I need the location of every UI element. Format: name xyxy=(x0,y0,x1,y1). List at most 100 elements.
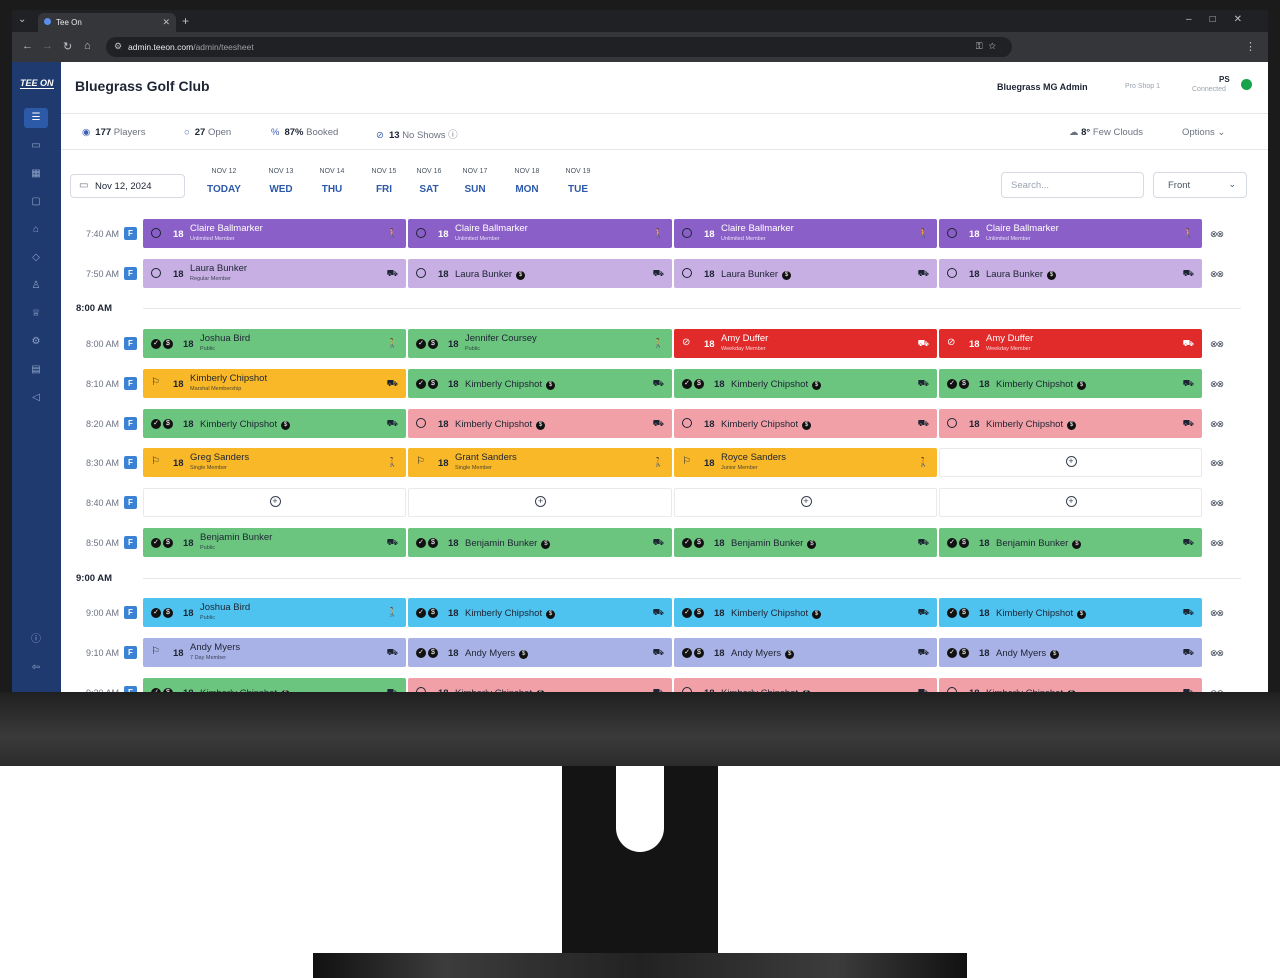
open-status-icon[interactable] xyxy=(682,418,692,428)
open-status-icon[interactable] xyxy=(682,687,692,692)
flag-icon[interactable]: ⚐ xyxy=(151,456,160,467)
player-name[interactable]: Andy Myers $ xyxy=(996,648,1060,659)
dollar-icon[interactable]: $ xyxy=(163,339,173,349)
open-status-icon[interactable] xyxy=(416,687,426,692)
open-status-icon[interactable] xyxy=(416,418,426,428)
empty-slot[interactable]: + xyxy=(939,488,1202,517)
dollar-icon[interactable]: $ xyxy=(428,538,438,548)
day-tab-4[interactable]: NOV 16 SAT xyxy=(404,168,454,195)
check-icon[interactable]: ✓ xyxy=(416,339,426,349)
date-picker[interactable]: ▭ Nov 12, 2024 xyxy=(70,174,185,198)
player-name[interactable]: Benjamin Bunker $ xyxy=(996,538,1082,549)
user-initials[interactable]: PS xyxy=(1219,75,1230,84)
dollar-icon[interactable]: $ xyxy=(428,648,438,658)
flag-icon[interactable]: ⚐ xyxy=(682,456,691,467)
check-icon[interactable]: ✓ xyxy=(151,419,161,429)
empty-slot[interactable]: + xyxy=(408,488,672,517)
day-tab-3[interactable]: NOV 15 FRI xyxy=(359,168,409,195)
empty-slot[interactable]: + xyxy=(143,488,406,517)
player-name[interactable]: Andy Myers xyxy=(190,642,240,653)
row-actions-icon[interactable]: ⊗⊗ xyxy=(1210,498,1224,509)
close-tab-icon[interactable]: ✕ xyxy=(162,17,170,28)
booking-cell[interactable]: ✓$18Kimberly Chipshot$⛟ xyxy=(143,409,406,438)
booking-cell[interactable]: 18 Laura Bunker $ ⛟ xyxy=(408,259,672,288)
empty-slot[interactable]: + xyxy=(674,488,937,517)
add-booking-icon[interactable]: + xyxy=(1065,496,1077,507)
player-name[interactable]: Claire Ballmarker xyxy=(721,223,794,234)
check-icon[interactable]: ✓ xyxy=(682,608,692,618)
trophy-icon[interactable]: ♕ xyxy=(24,304,48,324)
row-actions-icon[interactable]: ⊗⊗ xyxy=(1210,648,1224,659)
options-dropdown[interactable]: Options ⌄ xyxy=(1182,127,1225,138)
booking-cell[interactable]: ⊘ 18 Amy Duffer Weekday Member ⛟ xyxy=(939,329,1202,358)
player-name[interactable]: Kimberly Chipshot$ xyxy=(996,608,1087,619)
booking-cell[interactable]: ✓ $18 Jennifer Coursey Public 🚶 xyxy=(408,329,672,358)
dollar-icon[interactable]: $ xyxy=(694,648,704,658)
booking-cell[interactable]: ⚐ 18 Andy Myers 7 Day Member ⛟ xyxy=(143,638,406,667)
booking-cell[interactable]: ✓ $18 Joshua Bird Public 🚶 xyxy=(143,329,406,358)
back-icon[interactable]: ← xyxy=(22,40,33,52)
check-icon[interactable]: ✓ xyxy=(416,379,426,389)
booking-cell[interactable]: ✓ $18 Andy Myers $ ⛟ xyxy=(939,638,1202,667)
player-name[interactable]: Kimberly Chipshot$ xyxy=(731,608,822,619)
dollar-icon[interactable]: $ xyxy=(163,419,173,429)
booking-cell[interactable]: ✓ $18 Benjamin Bunker $ ⛟ xyxy=(674,528,937,557)
dollar-icon[interactable]: $ xyxy=(428,379,438,389)
check-icon[interactable]: ✓ xyxy=(947,379,957,389)
check-icon[interactable]: ✓ xyxy=(151,688,161,692)
player-name[interactable]: Kimberly Chipshot xyxy=(190,373,267,384)
player-name[interactable]: Kimberly Chipshot$ xyxy=(996,379,1087,390)
player-name[interactable]: Kimberly Chipshot$ xyxy=(455,688,546,692)
flag-icon[interactable]: ⚐ xyxy=(151,646,160,657)
booking-cell[interactable]: ✓ $18 Benjamin Bunker Public ⛟ xyxy=(143,528,406,557)
dollar-icon[interactable]: $ xyxy=(959,608,969,618)
calendar-icon[interactable]: ▢ xyxy=(24,192,48,212)
booking-cell[interactable]: ✓$18Kimberly Chipshot$⛟ xyxy=(674,598,937,627)
open-status-icon[interactable] xyxy=(416,228,426,238)
player-name[interactable]: Claire Ballmarker xyxy=(986,223,1059,234)
open-status-icon[interactable] xyxy=(151,268,161,278)
flag-icon[interactable]: ⚐ xyxy=(151,377,160,388)
dollar-icon[interactable]: $ xyxy=(694,538,704,548)
check-icon[interactable]: ✓ xyxy=(416,608,426,618)
booking-cell[interactable]: ✓$18Kimberly Chipshot$⛟ xyxy=(143,678,406,692)
player-name[interactable]: Benjamin Bunker $ xyxy=(731,538,817,549)
player-name[interactable]: Kimberly Chipshot$ xyxy=(455,419,546,430)
booking-cell[interactable]: ✓$18Kimberly Chipshot$⛟ xyxy=(939,598,1202,627)
player-name[interactable]: Benjamin Bunker $ xyxy=(465,538,551,549)
bookmark-star-icon[interactable]: ⚿☆ xyxy=(976,41,1002,52)
dollar-icon[interactable]: $ xyxy=(694,379,704,389)
day-tab-6[interactable]: NOV 18 MON xyxy=(502,168,552,195)
day-tab-5[interactable]: NOV 17 SUN xyxy=(450,168,500,195)
booking-cell[interactable]: ✓$18Kimberly Chipshot$⛟ xyxy=(939,369,1202,398)
row-actions-icon[interactable]: ⊗⊗ xyxy=(1210,339,1224,350)
open-status-icon[interactable] xyxy=(151,228,161,238)
day-tab-0[interactable]: NOV 12 TODAY xyxy=(199,168,249,195)
browser-menu-icon[interactable]: ⋮ xyxy=(1245,40,1256,53)
browser-tab[interactable]: Tee On ✕ xyxy=(38,13,176,32)
check-icon[interactable]: ✓ xyxy=(682,538,692,548)
dollar-icon[interactable]: $ xyxy=(959,538,969,548)
row-actions-icon[interactable]: ⊗⊗ xyxy=(1210,269,1224,280)
player-name[interactable]: Benjamin Bunker xyxy=(200,532,272,543)
booking-cell[interactable]: ✓ $18 Joshua Bird Public 🚶 xyxy=(143,598,406,627)
row-actions-icon[interactable]: ⊗⊗ xyxy=(1210,608,1224,619)
player-name[interactable]: Kimberly Chipshot$ xyxy=(986,688,1077,692)
player-name[interactable]: Joshua Bird xyxy=(200,602,250,613)
player-name[interactable]: Claire Ballmarker xyxy=(455,223,528,234)
booking-cell[interactable]: 18 Kimberly Chipshot$ ⛟ xyxy=(408,678,672,692)
announce-icon[interactable]: ◁ xyxy=(24,388,48,408)
booking-cell[interactable]: ✓$18Kimberly Chipshot$⛟ xyxy=(408,598,672,627)
booking-cell[interactable]: ⚐ 18 Royce Sanders Junior Member 🚶 xyxy=(674,448,937,477)
booking-cell[interactable]: 18 Kimberly Chipshot$ ⛟ xyxy=(674,678,937,692)
open-status-icon[interactable] xyxy=(947,687,957,692)
check-icon[interactable]: ✓ xyxy=(151,538,161,548)
booking-cell[interactable]: ✓$18Kimberly Chipshot$⛟ xyxy=(674,369,937,398)
teesheet-icon[interactable]: ▦ xyxy=(24,164,48,184)
player-name[interactable]: Amy Duffer xyxy=(721,333,768,344)
dollar-icon[interactable]: $ xyxy=(163,688,173,692)
open-status-icon[interactable] xyxy=(947,418,957,428)
menu-icon[interactable]: ☰ xyxy=(24,108,48,128)
booking-cell[interactable]: ✓ $18 Andy Myers $ ⛟ xyxy=(674,638,937,667)
player-name[interactable]: Royce Sanders xyxy=(721,452,786,463)
